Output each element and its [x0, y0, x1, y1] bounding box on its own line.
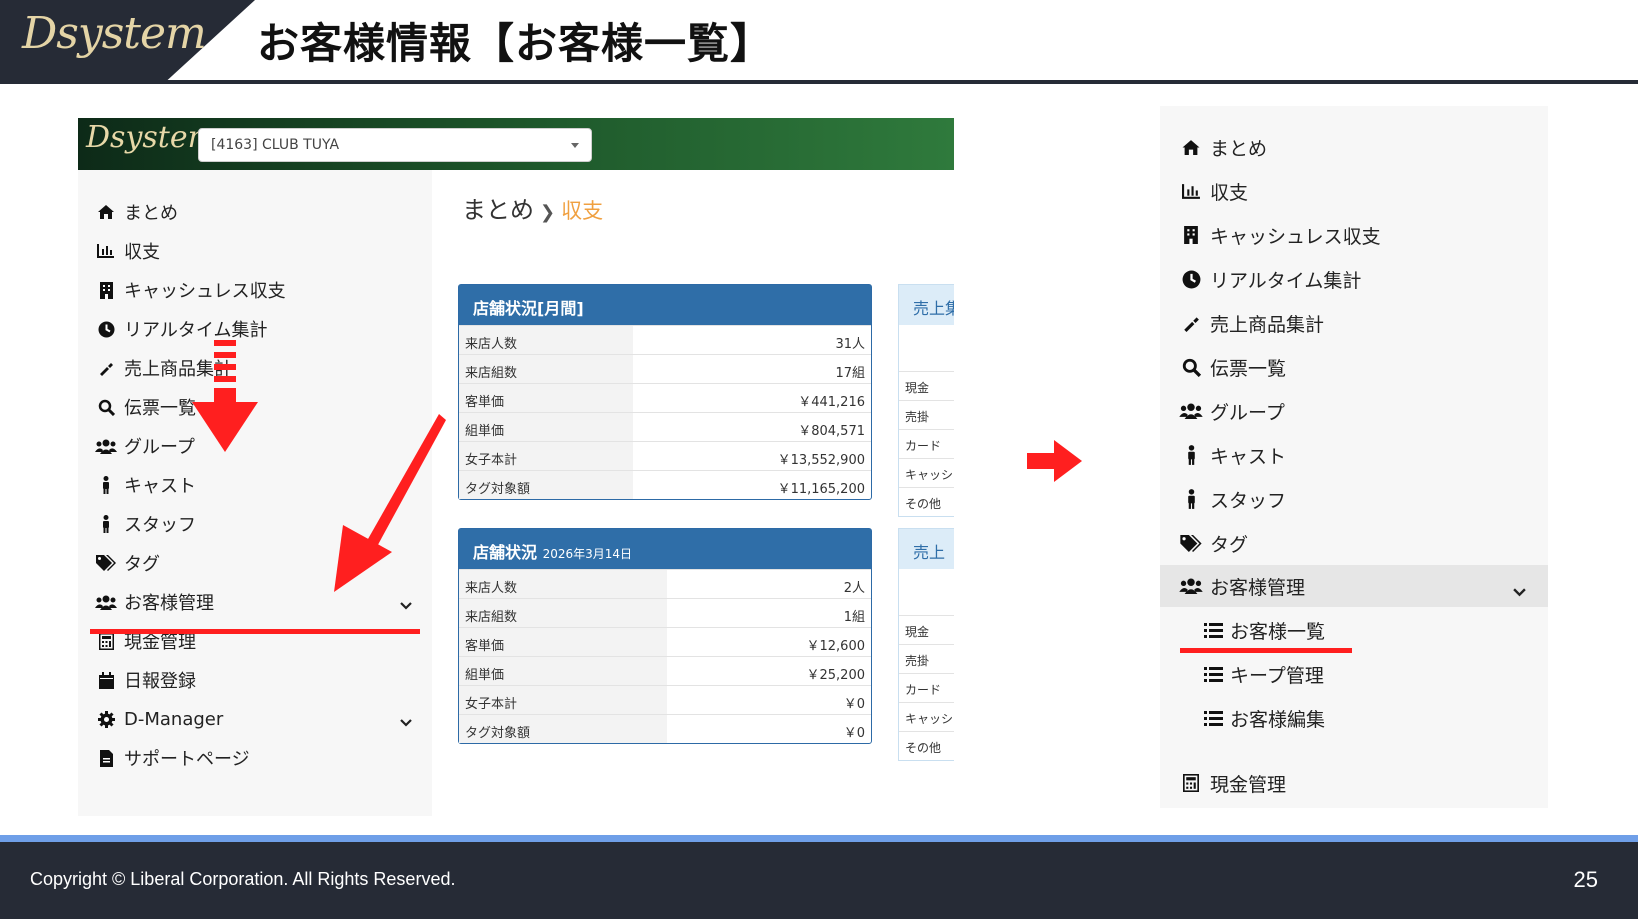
submenu-item-customer-list[interactable]: お客様一覧: [1200, 610, 1325, 650]
submenu-item-keep[interactable]: キープ管理: [1200, 654, 1324, 694]
menu-item-label: 伝票一覧: [1210, 357, 1287, 380]
menu-item-label: リアルタイム集計: [1210, 269, 1362, 292]
menu-item-summary[interactable]: まとめ: [1176, 127, 1536, 167]
menu-item-groups[interactable]: グループ: [1176, 391, 1536, 431]
menu-item-realtime[interactable]: リアルタイム集計: [1176, 259, 1536, 299]
menu-item-label: グループ: [1210, 401, 1285, 424]
menu-item-label: タグ: [1210, 533, 1249, 556]
menu-item-label: キャッシュレス収支: [1210, 225, 1381, 248]
building-icon: [1176, 226, 1206, 244]
menu-item-cast[interactable]: キャスト: [1176, 435, 1536, 475]
menu-item-slips[interactable]: 伝票一覧: [1176, 347, 1536, 387]
menu-item-label: お客様管理: [1210, 576, 1306, 599]
bar-chart-icon: [1176, 183, 1206, 199]
menu-item-staff[interactable]: スタッフ: [1176, 479, 1536, 519]
menu-item-product-sales[interactable]: 売上商品集計: [1176, 303, 1536, 343]
home-icon: [1176, 139, 1206, 156]
submenu-item-label: キープ管理: [1230, 664, 1324, 687]
tags-icon: [1176, 534, 1206, 552]
calculator-icon: [1176, 774, 1206, 792]
menu-item-customers[interactable]: お客様管理: [1176, 566, 1536, 606]
dashed-down-arrow: [192, 340, 258, 452]
highlight-underline: [1180, 648, 1352, 653]
clock-icon: [1176, 270, 1206, 289]
submenu-item-label: お客様一覧: [1230, 620, 1326, 643]
footer-accent-bar: [0, 835, 1638, 842]
menu-item-label: 収支: [1210, 181, 1249, 204]
submenu-item-customer-edit[interactable]: お客様編集: [1200, 698, 1325, 738]
person-icon: [1176, 489, 1206, 509]
menu-item-label: まとめ: [1210, 137, 1268, 160]
highlight-underline: [90, 629, 420, 634]
menu-item-income[interactable]: 収支: [1176, 171, 1536, 211]
slide-footer: Copyright © Liberal Corporation. All Rig…: [0, 842, 1638, 919]
menu-item-label: キャスト: [1210, 445, 1287, 468]
bottle-icon: [1176, 314, 1206, 332]
menu-screenshot: まとめ 収支 キャッシュレス収支 リアルタイム集計 売上商品集計 伝票一覧 グル…: [1160, 106, 1548, 808]
diagonal-arrow-left: [334, 414, 446, 592]
menu-item-label: 売上商品集計: [1210, 313, 1325, 336]
list-icon: [1200, 666, 1226, 682]
right-arrow: [1027, 440, 1082, 482]
menu-item-cash[interactable]: 現金管理: [1176, 763, 1536, 803]
users-icon: [1176, 578, 1206, 594]
submenu-item-label: お客様編集: [1230, 708, 1326, 731]
menu-item-cashless[interactable]: キャッシュレス収支: [1176, 215, 1536, 255]
list-icon: [1200, 622, 1226, 638]
copyright-text: Copyright © Liberal Corporation. All Rig…: [30, 869, 456, 889]
list-icon: [1200, 710, 1226, 726]
chevron-down-icon[interactable]: [1513, 580, 1526, 602]
menu-item-label: スタッフ: [1210, 489, 1287, 512]
menu-item-tags[interactable]: タグ: [1176, 523, 1536, 563]
person-icon: [1176, 445, 1206, 465]
page-number: 25: [1573, 867, 1598, 892]
users-icon: [1176, 403, 1206, 419]
search-icon: [1176, 358, 1206, 377]
menu-item-label: 現金管理: [1210, 773, 1287, 796]
